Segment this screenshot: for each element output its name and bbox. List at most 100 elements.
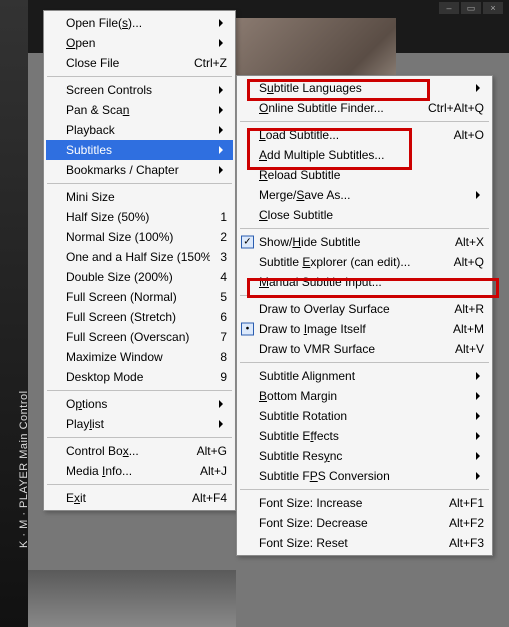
menu-item-label: Bookmarks / Chapter [66,163,227,177]
menu-item[interactable]: Options [46,394,233,414]
menu-item-accelerator: Alt+X [455,235,484,249]
menu-item-label: Load Subtitle... [259,128,444,142]
menu-item-accelerator: Alt+O [454,128,484,142]
menu-separator [240,228,489,229]
menu-item[interactable]: Pan & Scan [46,100,233,120]
menu-item-label: Font Size: Increase [259,496,439,510]
menu-item[interactable]: Manual Subtitle Input... [239,272,490,292]
menu-item[interactable]: Subtitle Rotation [239,406,490,426]
menu-item-label: Exit [66,491,182,505]
menu-item-accelerator: Alt+V [455,342,484,356]
minimize-button[interactable]: – [439,2,459,14]
menu-item[interactable]: Double Size (200%) 4 [46,267,233,287]
menu-item[interactable]: Full Screen (Normal)5 [46,287,233,307]
menu-item-accelerator: 4 [220,270,227,284]
menu-item[interactable]: Load Subtitle... Alt+O [239,125,490,145]
menu-item[interactable]: Screen Controls [46,80,233,100]
menu-item-label: Open [66,36,227,50]
menu-item-accelerator: Alt+F3 [449,536,484,550]
menu-item[interactable]: One and a Half Size (150%)3 [46,247,233,267]
menu-item-accelerator: 7 [220,330,227,344]
menu-item-label: Half Size (50%) [66,210,210,224]
menu-item[interactable]: Open File(s)... [46,13,233,33]
menu-item-label: Subtitle Effects [259,429,484,443]
menu-separator [240,489,489,490]
menu-item-accelerator: 9 [220,370,227,384]
menu-item-label: Subtitle Explorer (can edit)... [259,255,444,269]
menu-item[interactable]: Font Size: IncreaseAlt+F1 [239,493,490,513]
menu-item[interactable]: Reload Subtitle [239,165,490,185]
menu-item-label: Desktop Mode [66,370,210,384]
menu-item[interactable]: Full Screen (Stretch)6 [46,307,233,327]
menu-item[interactable]: Subtitle FPS Conversion [239,466,490,486]
menu-separator [47,437,232,438]
menu-item-accelerator: Alt+R [454,302,484,316]
menu-item[interactable]: Control Box...Alt+G [46,441,233,461]
menu-item[interactable]: Merge/Save As... [239,185,490,205]
menu-item[interactable]: Online Subtitle Finder... Ctrl+Alt+Q [239,98,490,118]
menu-item-accelerator: Alt+J [200,464,227,478]
player-controls-background [0,570,236,627]
menu-item[interactable]: Playback [46,120,233,140]
menu-item[interactable]: Subtitle Effects [239,426,490,446]
menu-item[interactable]: Font Size: ResetAlt+F3 [239,533,490,553]
menu-item[interactable]: Subtitle Explorer (can edit)... Alt+Q [239,252,490,272]
menu-item-accelerator: Ctrl+Alt+Q [428,101,484,115]
context-menu-subtitles: Subtitle LanguagesOnline Subtitle Finder… [236,75,493,556]
close-button[interactable]: × [483,2,503,14]
menu-item[interactable]: Media Info... Alt+J [46,461,233,481]
menu-item[interactable]: Subtitle Resync [239,446,490,466]
menu-item-label: Screen Controls [66,83,227,97]
menu-item[interactable]: ✓Show/Hide SubtitleAlt+X [239,232,490,252]
menu-item-label: Playlist [66,417,227,431]
menu-item-label: Font Size: Decrease [259,516,439,530]
menu-item-accelerator: Ctrl+Z [194,56,227,70]
menu-item[interactable]: Normal Size (100%) 2 [46,227,233,247]
menu-item[interactable]: Subtitle Alignment [239,366,490,386]
menu-item-label: Bottom Margin [259,389,484,403]
app-sidebar: K · M · PLAYER Main Control [0,0,28,627]
radio-icon: • [241,323,254,336]
menu-item[interactable]: Open [46,33,233,53]
menu-item-label: Media Info... [66,464,190,478]
menu-item-label: Normal Size (100%) [66,230,210,244]
menu-item[interactable]: Playlist [46,414,233,434]
menu-item[interactable]: Add Multiple Subtitles... [239,145,490,165]
menu-item-accelerator: 5 [220,290,227,304]
menu-item-label: Reload Subtitle [259,168,484,182]
menu-item[interactable]: Close Subtitle [239,205,490,225]
menu-item-label: Draw to Image Itself [259,322,443,336]
menu-item[interactable]: ExitAlt+F4 [46,488,233,508]
menu-item-label: Double Size (200%) [66,270,210,284]
menu-item[interactable]: Full Screen (Overscan) 7 [46,327,233,347]
window-buttons: – ▭ × [439,2,503,14]
app-sidebar-label: K · M · PLAYER Main Control [18,390,30,548]
menu-item-label: Control Box... [66,444,187,458]
menu-item[interactable]: Subtitle Languages [239,78,490,98]
menu-item-accelerator: 8 [220,350,227,364]
menu-item[interactable]: Desktop Mode 9 [46,367,233,387]
menu-item[interactable]: Mini Size [46,187,233,207]
menu-item-accelerator: 2 [220,230,227,244]
menu-item[interactable]: Half Size (50%)1 [46,207,233,227]
menu-separator [47,484,232,485]
menu-item-label: Online Subtitle Finder... [259,101,418,115]
menu-item-label: Full Screen (Overscan) [66,330,210,344]
menu-separator [47,390,232,391]
menu-item[interactable]: Close FileCtrl+Z [46,53,233,73]
menu-item[interactable]: Bottom Margin [239,386,490,406]
menu-item[interactable]: Draw to VMR SurfaceAlt+V [239,339,490,359]
menu-item-label: Open File(s)... [66,16,227,30]
menu-item[interactable]: Draw to Overlay SurfaceAlt+R [239,299,490,319]
menu-item[interactable]: Subtitles [46,140,233,160]
menu-item-label: Options [66,397,227,411]
menu-item[interactable]: Bookmarks / Chapter [46,160,233,180]
menu-item-label: Full Screen (Stretch) [66,310,210,324]
menu-item-accelerator: Alt+Q [454,255,484,269]
context-menu-main: Open File(s)... Open Close FileCtrl+Z Scree… [43,10,236,511]
menu-item[interactable]: Maximize Window8 [46,347,233,367]
menu-item[interactable]: •Draw to Image ItselfAlt+M [239,319,490,339]
maximize-button[interactable]: ▭ [461,2,481,14]
menu-separator [240,295,489,296]
menu-item[interactable]: Font Size: DecreaseAlt+F2 [239,513,490,533]
